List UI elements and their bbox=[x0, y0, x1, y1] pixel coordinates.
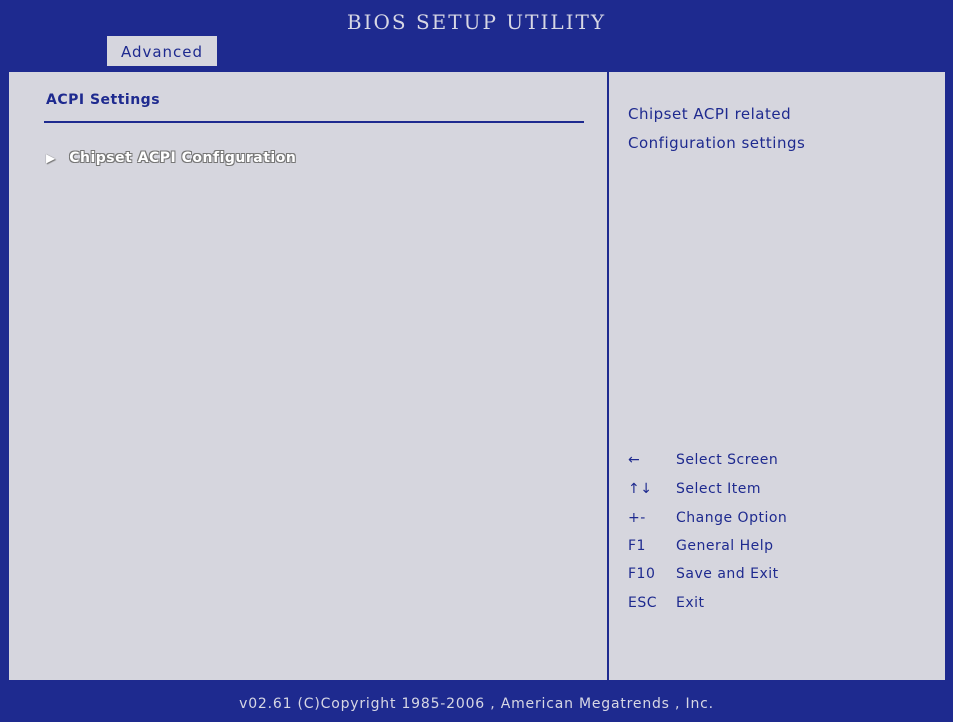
f10-key: F10 bbox=[628, 566, 656, 582]
f1-key: F1 bbox=[628, 538, 646, 554]
key-legend-general-help: F1 General Help bbox=[628, 538, 774, 554]
main-panel: ACPI Settings ▶ Chipset ACPI Configurati… bbox=[7, 70, 947, 682]
up-down-arrow-key-icon: ↑↓ bbox=[628, 481, 653, 497]
help-text-line: Configuration settings bbox=[628, 134, 806, 152]
key-legend-save-and-exit: F10 Save and Exit bbox=[628, 566, 779, 582]
header-bar: BIOS SETUP UTILITY Advanced bbox=[0, 0, 953, 66]
key-description: Select Screen bbox=[676, 452, 779, 468]
section-divider bbox=[44, 121, 584, 123]
window-title: BIOS SETUP UTILITY bbox=[346, 10, 607, 34]
help-panel: Chipset ACPI related Configuration setti… bbox=[609, 72, 945, 680]
key-description: Select Item bbox=[676, 481, 762, 497]
key-description: General Help bbox=[676, 538, 774, 554]
key-description: Change Option bbox=[676, 510, 788, 526]
section-title: ACPI Settings bbox=[46, 92, 161, 108]
help-text-line: Chipset ACPI related bbox=[628, 105, 792, 123]
left-arrow-key-icon: ← bbox=[628, 452, 641, 468]
settings-panel: ACPI Settings ▶ Chipset ACPI Configurati… bbox=[9, 72, 607, 680]
menu-item-chipset-acpi-configuration[interactable]: ▶ Chipset ACPI Configuration bbox=[46, 148, 296, 168]
key-legend-exit: ESC Exit bbox=[628, 595, 705, 611]
copyright-footer: v02.61 (C)Copyright 1985-2006 , American… bbox=[239, 696, 714, 712]
key-legend-select-item: ↑↓ Select Item bbox=[628, 481, 761, 497]
key-legend-select-screen: ← Select Screen bbox=[628, 452, 778, 468]
menu-item-label: Chipset ACPI Configuration bbox=[69, 150, 297, 166]
esc-key: ESC bbox=[628, 595, 658, 611]
key-legend-change-option: +- Change Option bbox=[628, 510, 787, 526]
key-description: Exit bbox=[676, 595, 705, 611]
tab-advanced[interactable]: Advanced bbox=[107, 36, 217, 66]
plus-minus-key: +- bbox=[628, 510, 646, 526]
submenu-arrow-icon: ▶ bbox=[46, 151, 56, 165]
key-description: Save and Exit bbox=[676, 566, 779, 582]
